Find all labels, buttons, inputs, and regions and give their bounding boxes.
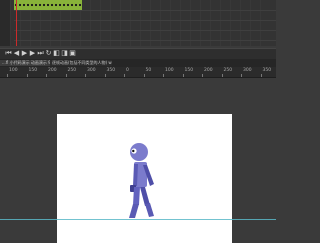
character-layer[interactable] [0,0,276,243]
character-front-shin[interactable] [129,204,139,218]
character-front-leg[interactable] [133,187,140,205]
character-back-leg[interactable] [140,187,150,206]
character-pupil [132,149,135,153]
walking-stick-figure[interactable] [129,143,154,218]
character-back-shin[interactable] [145,203,154,217]
